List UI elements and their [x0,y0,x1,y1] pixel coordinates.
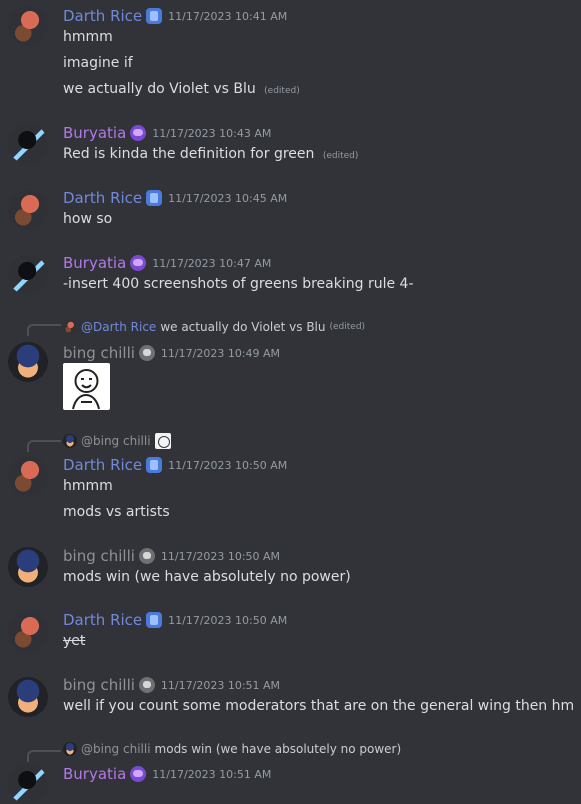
reply-preview[interactable]: @bing chilli [63,432,171,450]
reply-line [27,750,61,762]
message-line: Red is kinda the definition for green (e… [63,146,359,162]
message-9: bing chilli 11/17/2023 10:51 AM well if … [0,669,581,735]
author-name[interactable]: Buryatia [63,765,126,783]
purple-book-badge-icon [146,457,163,473]
timestamp: 11/17/2023 10:41 AM [168,9,288,23]
message-4: Buryatia 11/17/2023 10:47 AM -insert 400… [0,245,581,311]
message-3: Darth Rice 11/17/2023 10:45 AM how so [0,180,581,246]
reply-text: we actually do Violet vs Blu [160,320,326,334]
silver-helmet-badge-icon [138,677,155,693]
timestamp: 11/17/2023 10:50 AM [168,458,288,472]
timestamp: 11/17/2023 10:43 AM [152,126,272,140]
message-line: well if you count some moderators that a… [63,698,575,714]
message-2: Buryatia 11/17/2023 10:43 AM Red is kind… [0,114,581,180]
reply-avatar-icon [63,434,77,448]
reply-line [27,324,61,336]
message-line: -insert 400 screenshots of greens breaki… [63,276,414,292]
timestamp: 11/17/2023 10:50 AM [168,613,288,627]
timestamp: 11/17/2023 10:49 AM [160,346,281,360]
soldier-avatar-icon[interactable] [8,6,48,46]
author-name[interactable]: bing chilli [63,547,135,565]
timestamp: 11/17/2023 10:51 AM [160,678,281,692]
sticker-meme-icon[interactable] [63,363,110,410]
message-line: mods win (we have absolutely no power) [63,569,351,585]
message-line: mods vs artists [63,504,170,520]
timestamp: 11/17/2023 10:51 AM [152,767,272,781]
purple-potion-badge-icon [130,125,147,141]
author-name[interactable]: Buryatia [63,254,126,272]
purple-potion-badge-icon [130,766,147,782]
edited-label: (edited) [329,322,366,332]
masked-avatar-icon[interactable] [8,677,48,717]
reply-preview[interactable]: @Darth Rice we actually do Violet vs Blu… [63,318,365,336]
reply-mention[interactable]: @Darth Rice [81,320,156,334]
soldier-avatar-icon[interactable] [8,190,48,230]
blue-flame-avatar-icon[interactable] [8,764,48,804]
edited-label: (edited) [264,86,300,96]
message-line: hmmm [63,478,113,494]
silver-helmet-badge-icon [138,548,155,564]
reply-mention[interactable]: @bing chilli [81,742,151,756]
message-line: how so [63,211,113,227]
reply-avatar-icon [63,742,77,756]
masked-avatar-icon[interactable] [8,547,48,587]
soldier-avatar-icon[interactable] [8,612,48,652]
timestamp: 11/17/2023 10:47 AM [152,256,272,270]
message-5-reply: @Darth Rice we actually do Violet vs Blu… [0,314,581,424]
purple-book-badge-icon [146,612,163,628]
reply-preview[interactable]: @bing chilli mods win (we have absolutel… [63,740,401,758]
reply-mention[interactable]: @bing chilli [81,434,151,448]
purple-book-badge-icon [146,8,163,24]
purple-book-badge-icon [146,190,163,206]
message-6-reply: @bing chilli Darth Rice 11/17/2023 10:50… [0,430,581,546]
author-name[interactable]: bing chilli [63,676,135,694]
message-10-reply: @bing chilli mods win (we have absolutel… [0,740,581,804]
author-name[interactable]: Darth Rice [63,189,142,207]
author-name[interactable]: Buryatia [63,124,126,142]
timestamp: 11/17/2023 10:50 AM [160,549,281,563]
timestamp: 11/17/2023 10:45 AM [168,191,288,205]
author-name[interactable]: bing chilli [63,344,135,362]
blue-flame-avatar-icon[interactable] [8,255,48,295]
chat-log: Darth Rice 11/17/2023 10:41 AM hmmm imag… [0,0,581,804]
message-line: yet [63,633,86,649]
silver-helmet-badge-icon [138,345,155,361]
purple-potion-badge-icon [130,255,147,271]
masked-avatar-icon[interactable] [8,342,48,382]
author-name[interactable]: Darth Rice [63,611,142,629]
blue-flame-avatar-icon[interactable] [8,124,48,164]
author-name[interactable]: Darth Rice [63,7,142,25]
message-8: Darth Rice 11/17/2023 10:50 AM yet [0,604,581,670]
sticker-drawing-icon [72,369,100,410]
message-line: we actually do Violet vs Blu (edited) [63,81,300,97]
author-name[interactable]: Darth Rice [63,456,142,474]
smile-emoji-icon [154,433,171,449]
soldier-avatar-icon[interactable] [8,456,48,496]
edited-label: (edited) [322,151,359,161]
message-7: bing chilli 11/17/2023 10:50 AM mods win… [0,538,581,604]
reply-avatar-icon [63,320,77,334]
message-line: imagine if [63,55,133,71]
message-line: hmmm [63,29,113,45]
message-1: Darth Rice 11/17/2023 10:41 AM hmmm imag… [0,0,581,112]
reply-text: mods win (we have absolutely no power) [154,742,402,756]
reply-line [27,440,61,452]
